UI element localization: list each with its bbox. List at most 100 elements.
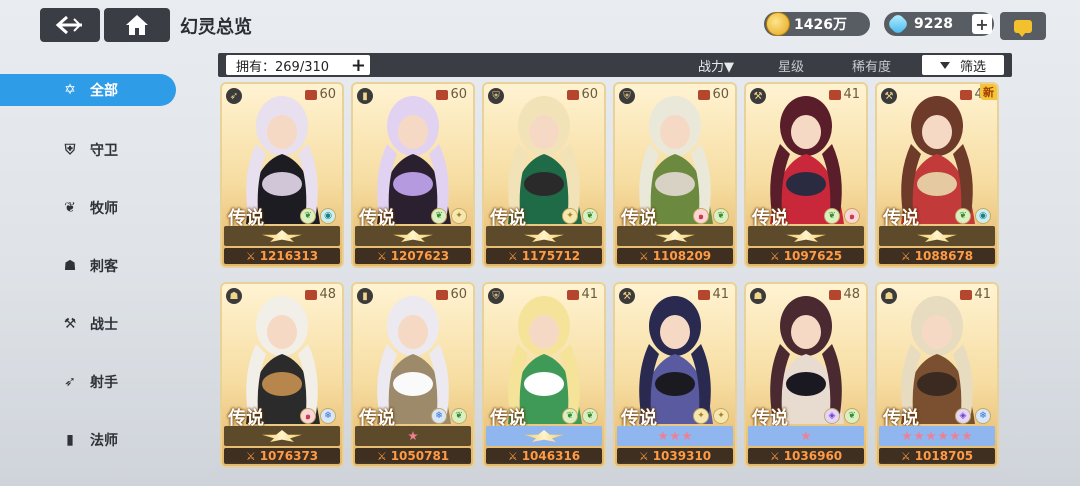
- hero-card[interactable]: ▮ 60 传说 ❦ ✦ ⚔ 1207623: [351, 82, 475, 268]
- hood-icon: ☗: [750, 288, 766, 304]
- shield-icon: ⛨: [488, 88, 504, 104]
- chat-icon: [1014, 19, 1032, 37]
- hero-card[interactable]: ⚒41新传说❦◉⚔1088678: [875, 82, 999, 268]
- hero-level-value: 41: [712, 287, 729, 302]
- combat-power: ⚔ 1046316: [486, 448, 602, 464]
- wing-emblem-icon: [524, 230, 564, 242]
- hero-portrait: [484, 84, 604, 224]
- hero-level-value: 41: [581, 287, 598, 302]
- hero-card[interactable]: ▮ 60 传说 ❄ ❦ ⚔ 1050781: [351, 282, 475, 468]
- sidebar-item-0[interactable]: ✡ 全部: [0, 74, 176, 106]
- combat-power: ⚔ 1039310: [617, 448, 733, 464]
- hero-card[interactable]: ⛨ 60 传说 ✦ ❦ ⚔ 1175712: [482, 82, 606, 268]
- combat-power-value: 1036960: [783, 449, 843, 463]
- hero-level-value: 48: [843, 287, 860, 302]
- hero-level: 41: [829, 87, 860, 102]
- crossed-swords-icon: ⚔: [638, 249, 649, 263]
- crossed-swords-icon: ⚔: [900, 449, 911, 463]
- hero-portrait: [877, 84, 997, 224]
- element-icons: ๑ ❄: [300, 408, 336, 424]
- hero-card[interactable]: ⛨ 60 传说๑ ❦ ⚔ 1108209: [613, 82, 737, 268]
- axe-icon: ⚒: [619, 288, 635, 304]
- ice-element-icon: ❄: [975, 408, 991, 424]
- wing-emblem-icon: [262, 430, 302, 442]
- star-icon: [926, 431, 936, 441]
- star-band: [224, 426, 340, 446]
- fire-element-icon: ๑: [693, 208, 709, 224]
- add-gems-button[interactable]: +: [972, 14, 992, 34]
- crossed-swords-icon: ⚔: [245, 249, 256, 263]
- hero-level-value: 60: [319, 87, 336, 102]
- combat-power-value: 1175712: [521, 249, 581, 263]
- leaf-element-icon: ❦: [582, 208, 598, 224]
- home-button[interactable]: [104, 8, 170, 42]
- hero-card[interactable]: ➶ 60 传说 ❦ ◉ ⚔ 1216313: [220, 82, 344, 268]
- star-band: [617, 426, 733, 446]
- hero-portrait: [615, 84, 735, 224]
- book-icon: ▮: [357, 288, 373, 304]
- star-band: [879, 426, 995, 446]
- wing-emblem-icon: [655, 230, 695, 242]
- hero-level: 60: [698, 87, 729, 102]
- hero-card[interactable]: ☗ 41 传说 ◈ ❄ ⚔ 1018705: [875, 282, 999, 468]
- level-badge-icon: [305, 289, 318, 300]
- gold-counter[interactable]: 1426万: [764, 12, 870, 36]
- hero-card[interactable]: ⚒ 41 传说 ✦ ✦ ⚔ 1039310: [613, 282, 737, 468]
- sidebar-item-2[interactable]: ❦ 牧师: [0, 192, 176, 224]
- hero-level-value: 60: [450, 287, 467, 302]
- element-icons: ◈ ❄: [955, 408, 991, 424]
- star-icon: [902, 431, 912, 441]
- water-element-icon: ◉: [975, 208, 991, 224]
- crossed-swords-icon: ⚔: [638, 449, 649, 463]
- sidebar-item-label: 法师: [90, 433, 118, 449]
- bow-icon: ➶: [226, 88, 242, 104]
- hero-level-value: 60: [581, 87, 598, 102]
- star-band: [355, 426, 471, 446]
- hero-card[interactable]: ⚒ 41 传说 ❦ ๑ ⚔ 1097625: [744, 82, 868, 268]
- sidebar-item-label: 守卫: [90, 143, 118, 159]
- hero-portrait: [222, 284, 342, 424]
- level-badge-icon: [698, 289, 711, 300]
- filter-button[interactable]: 筛选: [922, 55, 1004, 75]
- sidebar-item-3[interactable]: ☗ 刺客: [0, 250, 176, 282]
- level-badge-icon: [960, 289, 973, 300]
- sort-rarity-tab[interactable]: 稀有度: [852, 56, 891, 75]
- wings-icon: ❦: [64, 200, 76, 216]
- combat-power: ⚔ 1088678: [879, 248, 995, 264]
- leaf-element-icon: ❦: [582, 408, 598, 424]
- shield-icon: ⛨: [64, 142, 76, 158]
- page-title: 幻灵总览: [180, 17, 252, 38]
- owned-count-box[interactable]: 拥有：269/310 +: [226, 55, 370, 76]
- combat-power-value: 1050781: [390, 449, 450, 463]
- star-icon: [682, 431, 692, 441]
- combat-power: ⚔ 1018705: [879, 448, 995, 464]
- sidebar-item-label: 全部: [90, 83, 118, 99]
- hero-level: 60: [567, 87, 598, 102]
- hero-level-value: 60: [450, 87, 467, 102]
- sidebar-item-6[interactable]: ▮ 法师: [0, 424, 176, 456]
- hero-level-value: 41: [974, 287, 991, 302]
- combat-power-value: 1046316: [521, 449, 581, 463]
- chat-button[interactable]: [1000, 12, 1046, 40]
- hero-card[interactable]: ☗ 48 传说๑ ❄ ⚔ 1076373: [220, 282, 344, 468]
- hero-card[interactable]: ⛨ 41 传说 ❦ ❦ ⚔ 1046316: [482, 282, 606, 468]
- hero-card[interactable]: ☗ 48 传说 ◈ ❦ ⚔ 1036960: [744, 282, 868, 468]
- star-icon: [914, 431, 924, 441]
- level-badge-icon: [829, 89, 842, 100]
- ice-element-icon: ❄: [431, 408, 447, 424]
- sidebar-item-4[interactable]: ⚒ 战士: [0, 308, 176, 340]
- back-button[interactable]: [40, 8, 100, 42]
- wind-element-icon: ✦: [562, 208, 578, 224]
- new-badge: 新: [980, 84, 997, 100]
- sort-power-tab[interactable]: 战力▼: [698, 56, 734, 75]
- combat-power: ⚔ 1175712: [486, 248, 602, 264]
- hero-portrait: [222, 84, 342, 224]
- combat-power: ⚔ 1050781: [355, 448, 471, 464]
- filter-bar: 拥有：269/310 + 战力▼ 星级 稀有度 筛选: [218, 53, 1012, 77]
- axe-icon: ⚒: [881, 88, 897, 104]
- sort-star-tab[interactable]: 星级: [778, 56, 804, 75]
- sidebar-item-1[interactable]: ⛨ 守卫: [0, 134, 176, 166]
- star-band: [748, 426, 864, 446]
- hood-icon: ☗: [881, 288, 897, 304]
- sidebar-item-5[interactable]: ➶ 射手: [0, 366, 176, 398]
